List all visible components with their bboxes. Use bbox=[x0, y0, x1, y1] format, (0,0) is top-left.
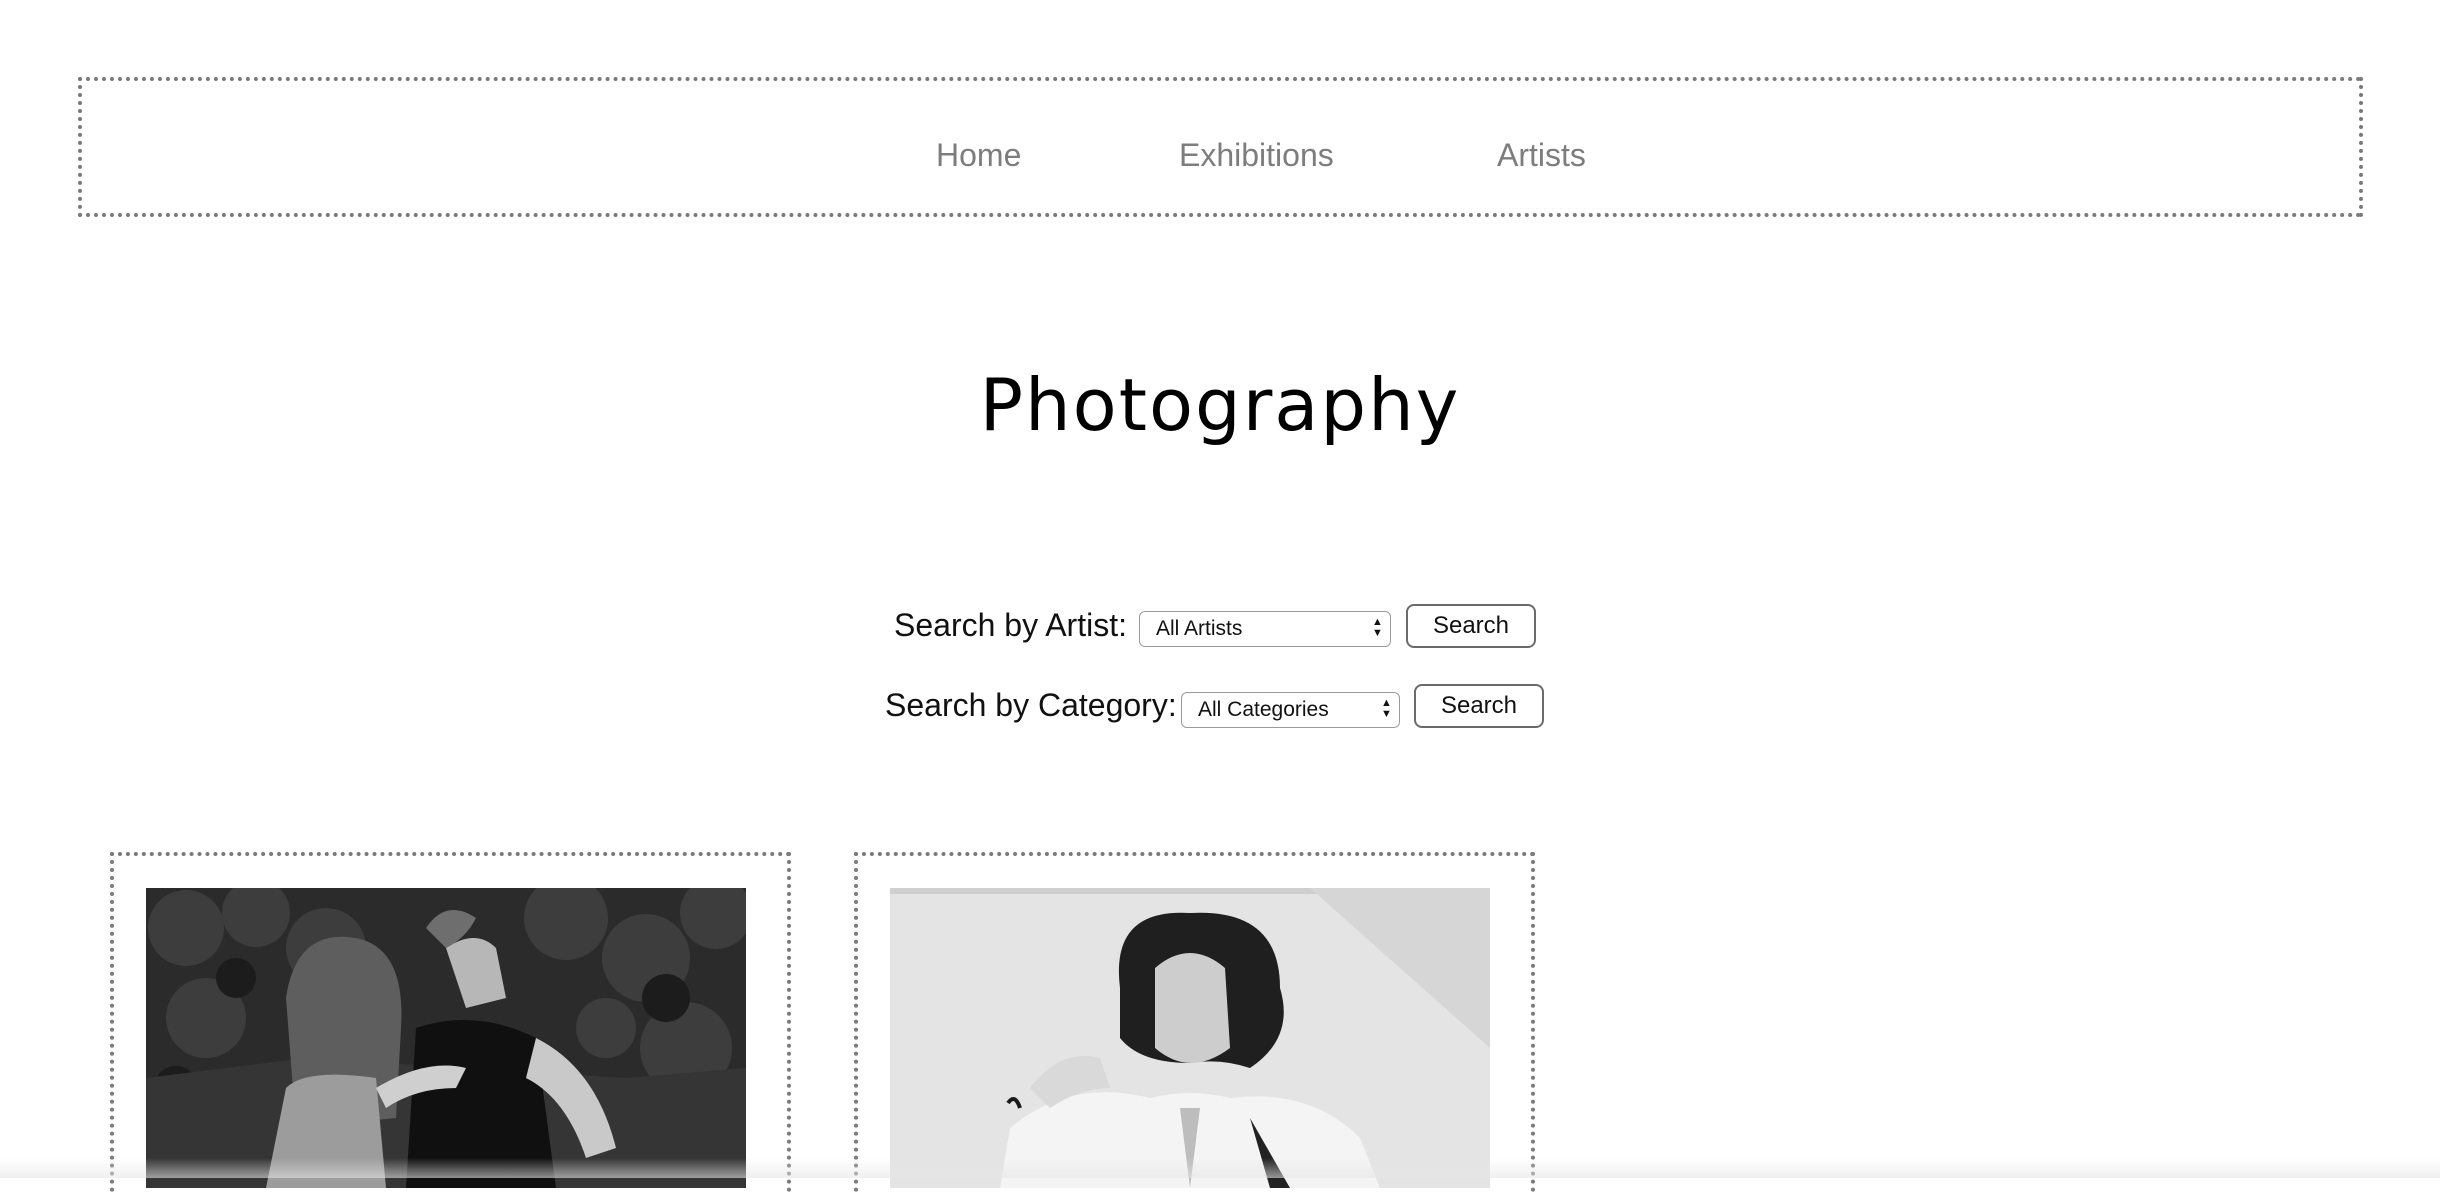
select-arrows-icon: ▲ ▼ bbox=[1381, 697, 1392, 720]
gallery-card[interactable] bbox=[110, 852, 791, 1192]
photo-portrait-woman-image bbox=[890, 888, 1490, 1188]
main-nav: Home Exhibitions Artists bbox=[78, 77, 2363, 217]
nav-exhibitions-link[interactable]: Exhibitions bbox=[1179, 135, 1334, 175]
category-select[interactable]: All Categories ▲ ▼ bbox=[1181, 692, 1400, 728]
category-search-label: Search by Category: bbox=[885, 687, 1177, 723]
gallery-photo[interactable] bbox=[890, 888, 1490, 1188]
select-arrows-icon: ▲ ▼ bbox=[1372, 616, 1383, 639]
gallery-card[interactable] bbox=[854, 852, 1535, 1192]
page-title: Photography bbox=[979, 363, 1461, 447]
category-select-value: All Categories bbox=[1198, 698, 1329, 721]
nav-home-link[interactable]: Home bbox=[936, 135, 1021, 175]
artist-select[interactable]: All Artists ▲ ▼ bbox=[1139, 611, 1391, 647]
photo-two-women-image bbox=[146, 888, 746, 1188]
artist-search-label: Search by Artist: bbox=[894, 607, 1127, 643]
gallery-photo[interactable] bbox=[146, 888, 746, 1188]
artist-select-value: All Artists bbox=[1156, 617, 1243, 640]
artist-search-button[interactable]: Search bbox=[1406, 604, 1536, 648]
nav-artists-link[interactable]: Artists bbox=[1497, 135, 1586, 175]
category-search-button[interactable]: Search bbox=[1414, 684, 1544, 728]
